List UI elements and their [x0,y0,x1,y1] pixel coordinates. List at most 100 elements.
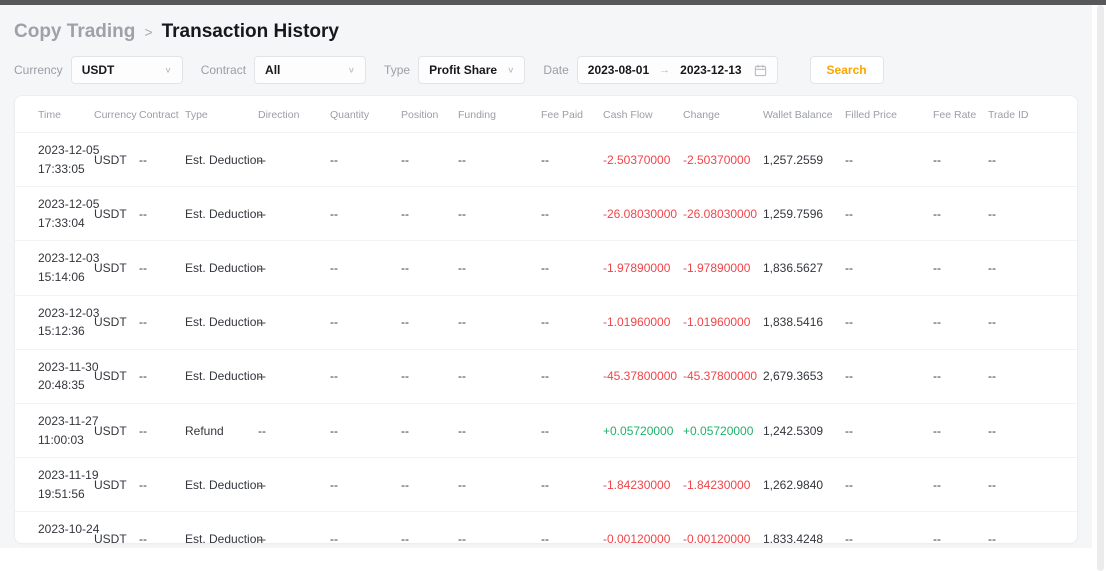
cell-type: Est. Deduction [182,187,255,241]
column-header-contract: Contract [136,96,182,133]
cell-position: -- [398,349,455,403]
search-button[interactable]: Search [810,56,884,84]
cell-fee-paid: -- [538,241,600,295]
cell-wallet-balance: 1,259.7596 [760,187,842,241]
cell-trade-id: -- [985,295,1077,349]
cell-time: 2023-12-0517:33:04 [15,187,91,241]
cell-date-line: 2023-11-19 [38,466,88,485]
cell-date-line: 2023-12-05 [38,195,88,214]
cell-fee-paid: -- [538,349,600,403]
cell-type: Est. Deduction [182,133,255,187]
date-range-picker[interactable]: 2023-08-01 → 2023-12-13 [577,56,778,84]
table-body: 2023-12-0517:33:05USDT--Est. Deduction--… [15,133,1077,545]
cell-cash-flow: -1.01960000 [600,295,680,349]
cell-direction: -- [255,241,327,295]
cell-funding: -- [455,133,538,187]
table-row: 2023-10-2412:52:52USDT--Est. Deduction--… [15,512,1077,544]
date-filter-label: Date [543,63,568,77]
breadcrumb-separator: > [144,24,152,40]
cell-type: Est. Deduction [182,295,255,349]
column-header-fee-rate: Fee Rate [930,96,985,133]
scrollbar-area [1092,5,1106,571]
currency-select-value: USDT [82,63,115,77]
table-header-row: TimeCurrencyContractTypeDirectionQuantit… [15,96,1077,133]
cell-date-line: 2023-11-27 [38,412,88,431]
cell-fee-rate: -- [930,512,985,544]
cell-filled-price: -- [842,349,930,403]
column-header-trade-id: Trade ID [985,96,1077,133]
cell-cash-flow: -26.08030000 [600,187,680,241]
column-header-time: Time [15,96,91,133]
cell-currency: USDT [91,458,136,512]
contract-select[interactable]: All ∨ [254,56,366,84]
column-header-funding: Funding [455,96,538,133]
date-start-value[interactable]: 2023-08-01 [588,63,649,77]
cell-direction: -- [255,403,327,457]
cell-trade-id: -- [985,241,1077,295]
cell-contract: -- [136,403,182,457]
cell-fee-rate: -- [930,349,985,403]
cell-time-line: 19:51:56 [38,485,88,504]
calendar-icon[interactable] [754,64,767,77]
cell-type: Est. Deduction [182,349,255,403]
cell-time: 2023-10-2412:52:52 [15,512,91,544]
cell-cash-flow: -1.84230000 [600,458,680,512]
cell-trade-id: -- [985,349,1077,403]
type-select[interactable]: Profit Share ∨ [418,56,525,84]
cell-fee-rate: -- [930,133,985,187]
cell-funding: -- [455,241,538,295]
cell-wallet-balance: 1,242.5309 [760,403,842,457]
table-row: 2023-11-1919:51:56USDT--Est. Deduction--… [15,458,1077,512]
cell-cash-flow: -45.37800000 [600,349,680,403]
cell-change: -1.97890000 [680,241,760,295]
cell-date-line: 2023-12-03 [38,304,88,323]
cell-funding: -- [455,187,538,241]
cell-position: -- [398,403,455,457]
breadcrumb-copy-trading-link[interactable]: Copy Trading [14,21,135,43]
cell-currency: USDT [91,349,136,403]
cell-direction: -- [255,349,327,403]
cell-fee-paid: -- [538,403,600,457]
cell-quantity: -- [327,512,398,544]
date-end-value[interactable]: 2023-12-13 [680,63,741,77]
column-header-position: Position [398,96,455,133]
cell-filled-price: -- [842,241,930,295]
cell-fee-paid: -- [538,458,600,512]
cell-position: -- [398,295,455,349]
cell-wallet-balance: 2,679.3653 [760,349,842,403]
cell-fee-rate: -- [930,458,985,512]
cell-funding: -- [455,512,538,544]
cell-quantity: -- [327,403,398,457]
cell-date-line: 2023-10-24 [38,520,88,539]
cell-fee-paid: -- [538,295,600,349]
cell-direction: -- [255,295,327,349]
vertical-scrollbar[interactable] [1097,5,1104,571]
cell-funding: -- [455,349,538,403]
cell-trade-id: -- [985,133,1077,187]
cell-funding: -- [455,403,538,457]
column-header-quantity: Quantity [327,96,398,133]
cell-change: -0.00120000 [680,512,760,544]
cell-currency: USDT [91,295,136,349]
cell-contract: -- [136,512,182,544]
contract-select-value: All [265,63,280,77]
cell-date-line: 2023-11-30 [38,358,88,377]
cell-filled-price: -- [842,187,930,241]
cell-filled-price: -- [842,512,930,544]
currency-select[interactable]: USDT ∨ [71,56,183,84]
column-header-filled-price: Filled Price [842,96,930,133]
cell-time-line: 15:14:06 [38,268,88,287]
cell-time-line: 20:48:35 [38,376,88,395]
cell-contract: -- [136,133,182,187]
column-header-cash-flow: Cash Flow [600,96,680,133]
cell-time-line: 17:33:05 [38,160,88,179]
cell-filled-price: -- [842,295,930,349]
cell-wallet-balance: 1,838.5416 [760,295,842,349]
cell-funding: -- [455,295,538,349]
cell-filled-price: -- [842,133,930,187]
cell-change: -45.37800000 [680,349,760,403]
table-row: 2023-12-0517:33:05USDT--Est. Deduction--… [15,133,1077,187]
cell-direction: -- [255,187,327,241]
table-row: 2023-12-0315:12:36USDT--Est. Deduction--… [15,295,1077,349]
breadcrumb: Copy Trading > Transaction History [0,5,1092,43]
